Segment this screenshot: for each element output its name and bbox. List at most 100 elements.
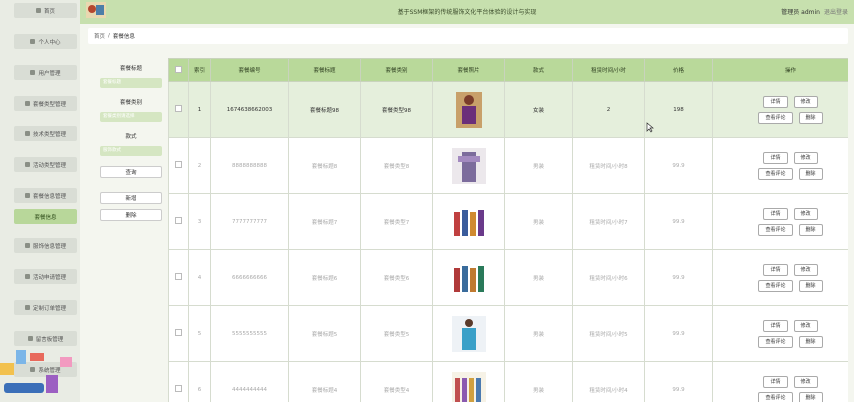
package-photo[interactable] (450, 314, 488, 354)
category-filter-select[interactable]: 套餐类别请选择 (100, 112, 162, 122)
package-photo-cell (432, 249, 505, 306)
sidebar-item-label: 套餐信息 (34, 214, 57, 221)
delete-button[interactable]: 删除 (798, 279, 823, 292)
table-row: 2 8888888888 套餐标题8 套餐类型8 男装 租赁时间/小时8 99.9 详情 修改查… (168, 137, 848, 194)
sidebar-item-label: 个人中心 (38, 39, 61, 46)
user-area: 管理员 admin 退出登录 (781, 7, 848, 16)
sidebar-item-costume-info[interactable]: 服饰信息管理 (14, 238, 77, 253)
row-checkbox[interactable] (168, 361, 189, 402)
package-photo[interactable] (450, 258, 488, 298)
row-checkbox[interactable] (168, 305, 189, 362)
row-checkbox[interactable] (168, 193, 189, 250)
row-checkbox[interactable] (168, 81, 189, 138)
price: 99.9 (644, 193, 713, 250)
row-index: 4 (188, 249, 211, 306)
detail-button[interactable]: 详情 (763, 207, 788, 220)
table-row: 1 1674638662003 套餐标题98 套餐类型98 女装 2 198 详情 修改 查看评论… (168, 81, 848, 138)
delete-button[interactable]: 删除 (798, 391, 823, 402)
package-photo[interactable] (450, 90, 488, 130)
breadcrumb-separator: / (108, 33, 110, 39)
package-photo[interactable] (450, 370, 488, 402)
delete-button[interactable]: 删除 (798, 223, 823, 236)
price: 99.9 (644, 249, 713, 306)
app-title: 基于SSM框架的传统服饰文化平台体验的设计与实现 (397, 9, 537, 16)
title-filter-input[interactable]: 套餐标题 (100, 78, 162, 88)
rental-hours: 租赁时间/小时7 (572, 193, 645, 250)
sidebar-item-package-info-mgmt[interactable]: 套餐信息管理 (14, 188, 77, 203)
package-photo-cell (432, 361, 505, 402)
detail-button[interactable]: 详情 (763, 95, 788, 108)
row-index: 5 (188, 305, 211, 362)
edit-button[interactable]: 修改 (793, 319, 818, 332)
view-comments-button[interactable]: 查看评论 (758, 223, 793, 236)
view-comments-button[interactable]: 查看评论 (758, 391, 793, 402)
edit-button[interactable]: 修改 (793, 207, 818, 220)
package-photo[interactable] (450, 202, 488, 242)
add-button[interactable]: 新增 (100, 192, 162, 204)
search-panel: 套餐标题 套餐标题 套餐类别 套餐类别请选择 款式 服饰款式 查询 新增 删除 (96, 58, 166, 228)
edit-button[interactable]: 修改 (793, 375, 818, 388)
detail-button[interactable]: 详情 (763, 375, 788, 388)
sidebar-item-activity-apply[interactable]: 活动申请管理 (14, 269, 77, 284)
person-icon (24, 274, 30, 279)
package-title: 套餐标题8 (288, 137, 361, 194)
edit-button[interactable]: 修改 (793, 263, 818, 276)
edit-button[interactable]: 修改 (793, 151, 818, 164)
sidebar-item-users[interactable]: 用户管理 (14, 65, 77, 80)
home-icon (35, 8, 41, 13)
sidebar-item-activity-types[interactable]: 活动类型管理 (14, 157, 77, 172)
package-style: 男装 (504, 361, 573, 402)
column-header: 租赁时间/小时 (572, 58, 645, 82)
rental-hours: 2 (572, 81, 645, 138)
sidebar-item-package-info[interactable]: 套餐信息 (14, 209, 77, 224)
sidebar-item-custom-orders[interactable]: 定制订单管理 (14, 300, 77, 315)
sidebar-item-profile[interactable]: 个人中心 (14, 34, 77, 49)
view-comments-button[interactable]: 查看评论 (758, 111, 793, 124)
sidebar-item-label: 套餐类型管理 (32, 101, 66, 108)
detail-button[interactable]: 详情 (763, 263, 788, 276)
row-actions: 详情 修改 查看评论 删除 (712, 305, 848, 362)
package-title: 套餐标题98 (288, 81, 361, 138)
edit-button[interactable]: 修改 (793, 95, 818, 108)
package-style: 男装 (504, 193, 573, 250)
sidebar-item-home[interactable]: 首页 (14, 3, 77, 18)
style-filter-label: 款式 (125, 134, 137, 140)
grid-icon (24, 193, 30, 198)
column-header: 索引 (188, 58, 211, 82)
package-style: 女装 (504, 81, 573, 138)
sidebar-item-tech-types[interactable]: 技术类型管理 (14, 126, 77, 141)
logout-link[interactable]: 退出登录 (824, 9, 848, 16)
pencil-icon (24, 162, 30, 167)
detail-button[interactable]: 详情 (763, 151, 788, 164)
view-comments-button[interactable]: 查看评论 (758, 335, 793, 348)
view-comments-button[interactable]: 查看评论 (758, 167, 793, 180)
title-filter-label: 套餐标题 (119, 66, 142, 72)
query-button[interactable]: 查询 (100, 166, 162, 178)
batch-delete-button[interactable]: 删除 (100, 209, 162, 221)
style-filter-select[interactable]: 服饰款式 (100, 146, 162, 156)
detail-button[interactable]: 详情 (763, 319, 788, 332)
row-checkbox[interactable] (168, 137, 189, 194)
sidebar-item-package-types[interactable]: 套餐类型管理 (14, 96, 77, 111)
sidebar-item-label: 服饰信息管理 (32, 243, 66, 250)
column-header: 套餐编号 (210, 58, 289, 82)
delete-button[interactable]: 删除 (798, 167, 823, 180)
package-code: 5555555555 (210, 305, 289, 362)
delete-button[interactable]: 删除 (798, 335, 823, 348)
sidebar-item-messages[interactable]: 留言板管理 (14, 331, 77, 346)
package-category: 套餐类型5 (360, 305, 433, 362)
select-all-checkbox[interactable] (168, 58, 189, 82)
table-row: 4 6666666666 套餐标题6 套餐类型6 男装 租赁时间/小时6 99.9 详情 修改查… (168, 249, 848, 306)
package-photo-cell (432, 81, 505, 138)
row-checkbox[interactable] (168, 249, 189, 306)
package-category: 套餐类型8 (360, 137, 433, 194)
delete-button[interactable]: 删除 (798, 111, 823, 124)
table-header-row: 索引 套餐编号 套餐标题 套餐类别 套餐照片 款式 租赁时间/小时 价格 操作 (168, 58, 848, 82)
grid-icon (24, 305, 30, 310)
row-actions: 详情 修改 查看评论 删除 (712, 81, 848, 138)
package-photo[interactable] (450, 146, 488, 186)
breadcrumb-home[interactable]: 首页 (94, 32, 105, 40)
package-title: 套餐标题6 (288, 249, 361, 306)
package-style: 男装 (504, 305, 573, 362)
view-comments-button[interactable]: 查看评论 (758, 279, 793, 292)
